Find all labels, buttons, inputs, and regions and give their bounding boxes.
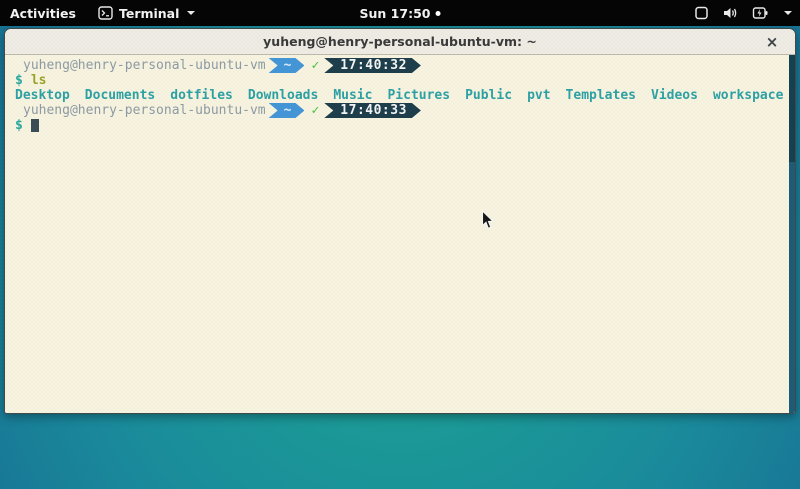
clock-label: Sun 17:50 [360,6,431,21]
network-icon [694,6,709,20]
directory-name: Downloads [248,88,318,103]
directory-name: Pictures [387,88,450,103]
directory-name: Documents [85,88,155,103]
terminal-window: yuheng@henry-personal-ubuntu-vm: ~ × yuh… [4,28,796,414]
terminal-screen[interactable]: yuheng@henry-personal-ubuntu-vm ~ ✓ 17:4… [5,55,795,413]
terminal-icon [98,6,113,20]
command-text: ls [31,73,47,88]
directory-name: Templates [566,88,636,103]
status-check-icon: ✓ [311,58,319,73]
desktop: { "top_bar": { "activities_label": "Acti… [0,0,800,489]
prompt-user: yuheng@henry-personal-ubuntu-vm [23,103,266,118]
directory-name: dotfiles [170,88,233,103]
prompt-path-segment: ~ [269,103,305,118]
clock-button[interactable]: Sun 17:50 [360,0,441,26]
prompt-time-segment: 17:40:32 [324,58,421,73]
directory-name: Music [333,88,372,103]
directory-name: Public [465,88,512,103]
command-line: $ ls [15,73,781,88]
window-title: yuheng@henry-personal-ubuntu-vm: ~ [263,34,537,49]
prompt-time-segment: 17:40:33 [324,103,421,118]
text-cursor [31,119,39,132]
input-line: $ [15,118,781,133]
directory-listing: Desktop Documents dotfiles Downloads Music Pi… [15,88,781,103]
prompt-line: yuheng@henry-personal-ubuntu-vm ~ ✓ 17:4… [15,58,781,73]
notification-dot [435,11,440,16]
directory-name: Desktop [15,88,70,103]
window-titlebar[interactable]: yuheng@henry-personal-ubuntu-vm: ~ × [5,29,795,55]
prompt-user: yuheng@henry-personal-ubuntu-vm [23,58,266,73]
chevron-down-icon [187,11,195,15]
app-menu[interactable]: Terminal [98,6,195,21]
prompt-symbol: $ [15,73,23,88]
status-check-icon: ✓ [311,103,319,118]
scrollbar[interactable] [789,55,795,413]
app-menu-label: Terminal [119,6,179,21]
directory-name: Videos [651,88,698,103]
directory-name: workspace [713,88,783,103]
activities-button[interactable]: Activities [10,6,76,21]
scrollbar-thumb[interactable] [789,55,795,162]
top-bar: Activities Terminal Sun 17:50 [0,0,800,26]
prompt-path-segment: ~ [269,58,305,73]
system-status-area[interactable] [694,0,792,26]
prompt-symbol: $ [15,118,23,133]
prompt-line: yuheng@henry-personal-ubuntu-vm ~ ✓ 17:4… [15,103,781,118]
close-button[interactable]: × [761,29,783,55]
volume-icon [722,6,739,20]
directory-name: pvt [527,88,550,103]
battery-charging-icon [752,6,769,20]
chevron-down-icon [784,11,792,15]
